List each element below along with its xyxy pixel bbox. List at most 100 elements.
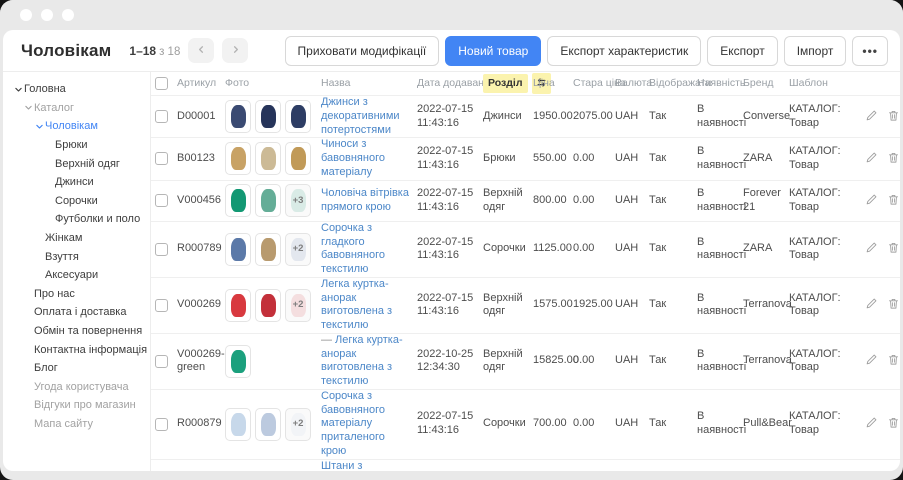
- toolbar-button-1[interactable]: Приховати модифікації: [285, 36, 440, 66]
- row-checkbox[interactable]: [155, 355, 168, 368]
- delete-button[interactable]: [887, 151, 900, 167]
- edit-button[interactable]: [865, 416, 878, 432]
- product-name-link[interactable]: Чоловіча вітрівка прямого крою: [321, 187, 409, 213]
- column-header-Розділ[interactable]: Розділ: [483, 73, 533, 94]
- column-header-Фото[interactable]: Фото: [225, 77, 321, 90]
- product-photo[interactable]: [225, 289, 251, 322]
- product-photo[interactable]: [225, 233, 251, 266]
- column-header-Назва[interactable]: Назва: [321, 77, 417, 90]
- sidebar-item[interactable]: Головна: [3, 80, 150, 99]
- window-dot-minimize[interactable]: [41, 9, 53, 21]
- more-photos-tile[interactable]: +2: [285, 233, 311, 266]
- edit-button[interactable]: [865, 353, 878, 369]
- product-name-link[interactable]: Джинси з декоративними потертостями: [321, 96, 400, 136]
- column-header-Артикул[interactable]: Артикул: [177, 77, 225, 90]
- product-name-link[interactable]: Легка куртка-анорак виготовлена з тексти…: [321, 334, 403, 387]
- product-photo[interactable]: [225, 100, 251, 133]
- row-checkbox[interactable]: [155, 152, 168, 165]
- product-photo[interactable]: [225, 184, 251, 217]
- delete-button[interactable]: [887, 416, 900, 432]
- column-header-Бренд[interactable]: Бренд: [743, 77, 789, 90]
- row-checkbox[interactable]: [155, 110, 168, 123]
- product-photo[interactable]: [255, 184, 281, 217]
- product-photo[interactable]: [285, 142, 311, 175]
- product-photo[interactable]: [255, 100, 281, 133]
- window-dot-close[interactable]: [20, 9, 32, 21]
- stock-cell: В наявності: [697, 410, 743, 438]
- sidebar-item[interactable]: Джинси: [3, 173, 150, 192]
- delete-button[interactable]: [887, 109, 900, 125]
- sidebar-item-label: Блог: [34, 362, 58, 374]
- sidebar-item[interactable]: Брюки: [3, 136, 150, 155]
- column-header-Стара ціна[interactable]: Стара ціна: [573, 77, 615, 90]
- product-photo[interactable]: [255, 408, 281, 441]
- product-photo[interactable]: [285, 100, 311, 133]
- window-dot-maximize[interactable]: [62, 9, 74, 21]
- sidebar-item[interactable]: Каталог: [3, 99, 150, 118]
- row-checkbox[interactable]: [155, 243, 168, 256]
- sidebar-item[interactable]: Чоловікам: [3, 117, 150, 136]
- pagination-next-button[interactable]: [222, 38, 248, 63]
- product-photo[interactable]: [225, 142, 251, 175]
- product-name-link[interactable]: Сорочка з бавовняного матеріалу притален…: [321, 390, 385, 457]
- product-name-link[interactable]: Чиноси з бавовняного матеріалу: [321, 138, 385, 178]
- more-photos-tile[interactable]: +2: [285, 289, 311, 322]
- chevron-right-icon: [230, 43, 241, 58]
- product-photo[interactable]: [255, 142, 281, 175]
- table-row: V000456+3Чоловіча вітрівка прямого крою2…: [151, 181, 900, 222]
- sidebar-item[interactable]: Блог: [3, 359, 150, 378]
- product-name-link[interactable]: Легка куртка-анорак виготовлена з тексти…: [321, 278, 392, 331]
- sidebar-item[interactable]: Контактна інформація: [3, 340, 150, 359]
- sidebar-item[interactable]: Верхній одяг: [3, 154, 150, 173]
- row-checkbox[interactable]: [155, 418, 168, 431]
- edit-button[interactable]: [865, 297, 878, 313]
- column-header-Ціна[interactable]: Ціна: [533, 77, 573, 90]
- product-photo[interactable]: [255, 233, 281, 266]
- row-checkbox[interactable]: [155, 299, 168, 312]
- pagination-prev-button[interactable]: [188, 38, 214, 63]
- more-photos-tile[interactable]: +2: [285, 408, 311, 441]
- sidebar-item[interactable]: Оплата і доставка: [3, 303, 150, 322]
- sidebar-item[interactable]: Сорочки: [3, 192, 150, 211]
- edit-button[interactable]: [865, 193, 878, 209]
- edit-button[interactable]: [865, 151, 878, 167]
- price-cell: 15825.00: [533, 354, 573, 368]
- toolbar-button-6[interactable]: •••: [852, 36, 888, 66]
- product-photo[interactable]: [255, 289, 281, 322]
- toolbar-button-5[interactable]: Імпорт: [784, 36, 847, 66]
- toolbar: Чоловікам 1–18з 18 Приховати модифікації…: [3, 30, 900, 71]
- column-header-Шаблон[interactable]: Шаблон: [789, 77, 861, 90]
- delete-button[interactable]: [887, 297, 900, 313]
- edit-button[interactable]: [865, 241, 878, 257]
- product-name-link[interactable]: Сорочка з гладкого бавовняного текстилю: [321, 222, 385, 275]
- sidebar-item[interactable]: Аксесуари: [3, 266, 150, 285]
- sidebar-item[interactable]: Угода користувача: [3, 378, 150, 397]
- product-name-link[interactable]: Штани з бавовняного матеріалу прямого кр…: [321, 460, 391, 471]
- sidebar-item[interactable]: Відгуки про магазин: [3, 396, 150, 415]
- column-header-Дата додавання[interactable]: Дата додавання: [417, 77, 483, 90]
- sidebar-item[interactable]: Жінкам: [3, 229, 150, 248]
- sidebar-item[interactable]: Про нас: [3, 285, 150, 304]
- toolbar-button-3[interactable]: Експорт характеристик: [547, 36, 701, 66]
- row-checkbox[interactable]: [155, 194, 168, 207]
- sidebar-item[interactable]: Взуття: [3, 247, 150, 266]
- sidebar-item[interactable]: Футболки и поло: [3, 210, 150, 229]
- delete-button[interactable]: [887, 353, 900, 369]
- edit-button[interactable]: [865, 109, 878, 125]
- column-header-Валюта[interactable]: Валюта: [615, 77, 649, 90]
- more-photos-tile[interactable]: +3: [285, 184, 311, 217]
- brand-cell: ZARA: [743, 152, 789, 166]
- column-header-Наявність[interactable]: Наявність: [697, 77, 743, 90]
- delete-button[interactable]: [887, 193, 900, 209]
- product-photo[interactable]: [225, 408, 251, 441]
- toolbar-button-2[interactable]: Новий товар: [445, 36, 541, 66]
- sidebar-item[interactable]: Мапа сайту: [3, 415, 150, 434]
- delete-button[interactable]: [887, 241, 900, 257]
- content-area: ГоловнаКаталогЧоловікамБрюкиВерхній одяг…: [3, 71, 900, 471]
- select-all-checkbox[interactable]: [155, 77, 168, 90]
- toolbar-button-4[interactable]: Експорт: [707, 36, 777, 66]
- column-header-Відображати[interactable]: Відображати: [649, 77, 697, 90]
- product-photo[interactable]: [225, 345, 251, 378]
- sku-cell: R000879: [177, 417, 225, 431]
- sidebar-item[interactable]: Обмін та повернення: [3, 322, 150, 341]
